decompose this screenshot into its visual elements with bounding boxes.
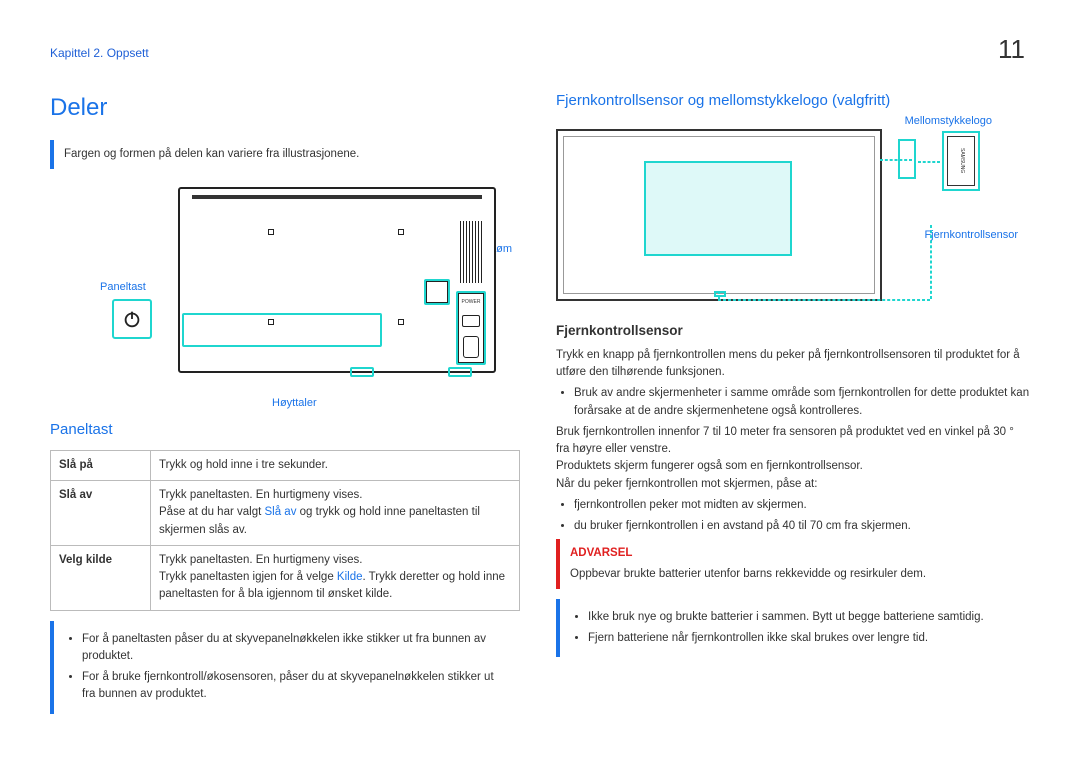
sensor-area-highlight bbox=[644, 161, 792, 256]
link-kilde: Kilde bbox=[337, 571, 363, 583]
figure-tv-back: Paneltast Strøm POWER Høyttaler bbox=[50, 179, 520, 409]
section-sensor-logo: Fjernkontrollsensor og mellomstykkelogo … bbox=[556, 90, 1030, 113]
para-sensor: Trykk en knapp på fjernkontrollen mens d… bbox=[556, 347, 1030, 382]
page-number: 11 bbox=[998, 30, 1025, 69]
list-item: Bruk av andre skjermenheter i samme områ… bbox=[574, 385, 1030, 420]
list-item: Ikke bruk nye og brukte batterier i samm… bbox=[588, 609, 1020, 626]
tv-front-outline bbox=[556, 129, 882, 301]
warning-title: ADVARSEL bbox=[570, 545, 1020, 562]
sub-fjernkontrollsensor: Fjernkontrollsensor bbox=[556, 321, 1030, 341]
label-mellomstykkelogo: Mellomstykkelogo bbox=[905, 113, 992, 130]
th-slaav: Slå av bbox=[51, 481, 151, 546]
list-item: For å bruke fjernkontroll/økosensoren, p… bbox=[82, 669, 510, 704]
td-line: Påse at du har valgt Slå av og trykk og … bbox=[159, 504, 511, 539]
section-paneltast: Paneltast bbox=[50, 419, 520, 442]
warning-text: Oppbevar brukte batterier utenfor barns … bbox=[570, 566, 1020, 583]
label-fjernkontrollsensor: Fjernkontrollsensor bbox=[924, 227, 1018, 244]
list-item: du bruker fjernkontrollen i en avstand p… bbox=[574, 518, 1030, 535]
para-screen-sensor: Produktets skjerm fungerer også som en f… bbox=[556, 458, 1030, 475]
list-item: For å paneltasten påser du at skyvepanel… bbox=[82, 631, 510, 666]
logo-big-callout: SAMSUNG bbox=[942, 131, 980, 191]
td-velgkilde: Trykk paneltasten. En hurtigmeny vises. … bbox=[151, 545, 520, 610]
td-slapa: Trykk og hold inne i tre sekunder. bbox=[151, 450, 520, 480]
note-batteries: Ikke bruk nye og brukte batterier i samm… bbox=[556, 599, 1030, 658]
warning-box: ADVARSEL Oppbevar brukte batterier utenf… bbox=[556, 539, 1030, 589]
table-row: Velg kilde Trykk paneltasten. En hurtigm… bbox=[51, 545, 520, 610]
label-paneltast: Paneltast bbox=[100, 279, 146, 296]
th-slapa: Slå på bbox=[51, 450, 151, 480]
link-slaav: Slå av bbox=[264, 506, 296, 518]
txt: Påse at du har valgt bbox=[159, 506, 264, 518]
para-when-pointing: Når du peker fjernkontrollen mot skjerme… bbox=[556, 476, 1030, 493]
td-slaav: Trykk paneltasten. En hurtigmeny vises. … bbox=[151, 481, 520, 546]
left-column: Deler Fargen og formen på delen kan vari… bbox=[50, 90, 520, 724]
panel-key-icon bbox=[112, 299, 152, 339]
right-column: Fjernkontrollsensor og mellomstykkelogo … bbox=[556, 90, 1030, 724]
note-panelkey: For å paneltasten påser du at skyvepanel… bbox=[50, 621, 520, 714]
td-line: Trykk paneltasten igjen for å velge Kild… bbox=[159, 569, 511, 604]
paneltast-table: Slå påTrykk og hold inne i tre sekunder.… bbox=[50, 450, 520, 611]
txt: Trykk paneltasten igjen for å velge bbox=[159, 571, 337, 583]
list-item: fjernkontrollen peker mot midten av skje… bbox=[574, 497, 1030, 514]
para-range: Bruk fjernkontrollen innenfor 7 til 10 m… bbox=[556, 424, 1030, 459]
th-velgkilde: Velg kilde bbox=[51, 545, 151, 610]
main-heading: Deler bbox=[50, 90, 520, 126]
tv-back-outline: POWER bbox=[178, 187, 496, 373]
td-line: Trykk paneltasten. En hurtigmeny vises. bbox=[159, 487, 511, 504]
note-variation: Fargen og formen på delen kan variere fr… bbox=[50, 140, 520, 169]
label-hoyttaler: Høyttaler bbox=[272, 395, 317, 412]
table-row: Slå påTrykk og hold inne i tre sekunder. bbox=[51, 450, 520, 480]
chapter-heading: Kapittel 2. Oppsett bbox=[50, 44, 149, 62]
list-item: Fjern batteriene når fjernkontrollen ikk… bbox=[588, 630, 1020, 647]
table-row: Slå av Trykk paneltasten. En hurtigmeny … bbox=[51, 481, 520, 546]
td-line: Trykk paneltasten. En hurtigmeny vises. bbox=[159, 552, 511, 569]
figure-tv-front: Mellomstykkelogo SAMSUNG Fjernkontrollse… bbox=[556, 121, 1016, 311]
